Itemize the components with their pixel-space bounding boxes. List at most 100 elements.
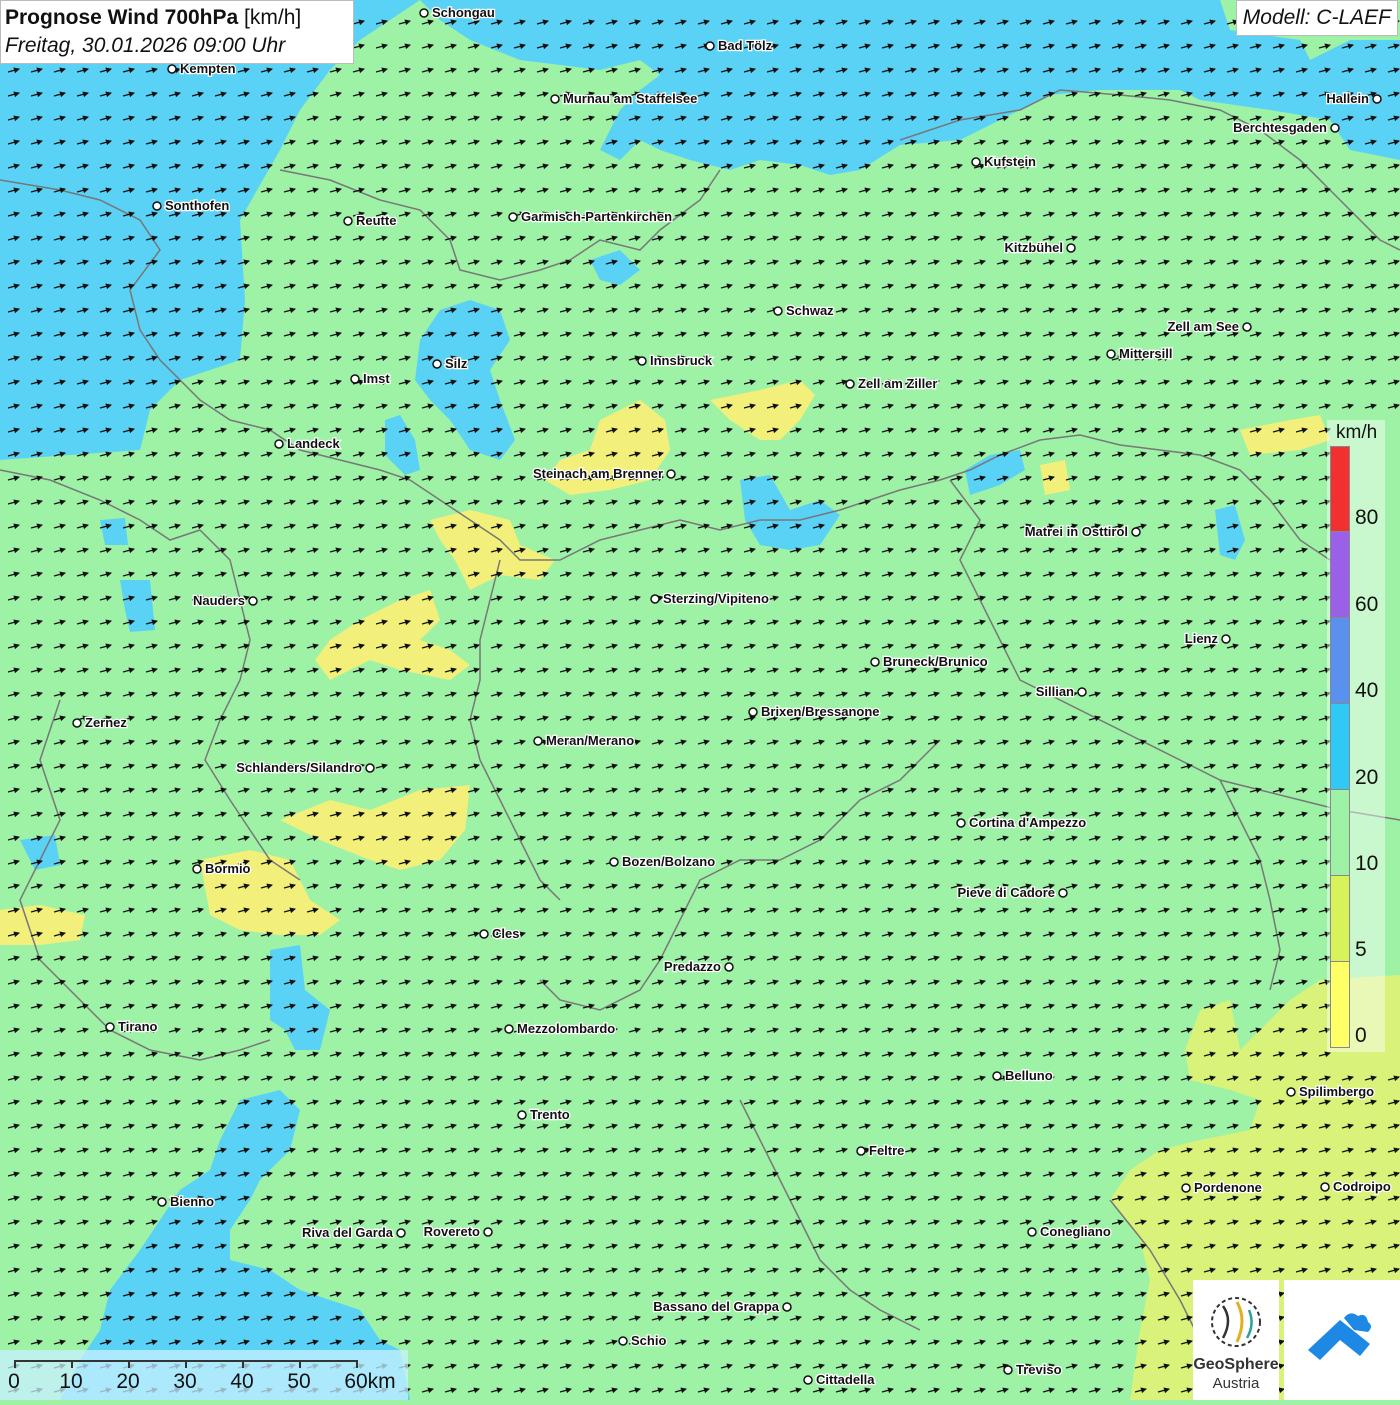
app-logo[interactable] (1284, 1280, 1400, 1400)
city-marker: Zell am Ziller (845, 375, 939, 392)
city-marker: Bozen/Bolzano (609, 853, 716, 870)
city-dot (956, 818, 966, 828)
city-dot (1066, 243, 1076, 253)
city-dot (992, 1071, 1002, 1081)
city-dot (350, 374, 360, 384)
city-label: Landeck (287, 436, 341, 451)
scale-tick (14, 1360, 16, 1368)
city-dot (1181, 1183, 1191, 1193)
legend-seg-0-5 (1330, 962, 1350, 1048)
city-label: Hallein (1326, 91, 1369, 106)
city-label: Schio (631, 1333, 666, 1348)
legend-seg-60-80 (1330, 532, 1350, 618)
city-marker: Pordenone (1181, 1179, 1263, 1196)
legend-label: 80 (1355, 506, 1379, 529)
scale-label: 40 (230, 1370, 254, 1393)
city-marker: Conegliano (1027, 1223, 1112, 1240)
city-label: Kufstein (984, 154, 1036, 169)
title-line: Prognose Wind 700hPa [km/h] (5, 4, 343, 32)
city-label: Murnau am Staffelsee (563, 91, 697, 106)
scale-label: 10 (59, 1370, 83, 1393)
city-label: Bad Tölz (718, 38, 773, 53)
city-dot (533, 736, 543, 746)
city-marker: Schongau (419, 4, 496, 21)
city-label: Bruneck/Brunico (883, 654, 988, 669)
map-title: Prognose Wind 700hPa (5, 6, 239, 29)
city-marker: Sterzing/Vipiteno (650, 590, 770, 607)
legend-seg-40-60 (1330, 618, 1350, 704)
city-label: Steinach am Brenner (533, 466, 663, 481)
legend-label: 20 (1355, 766, 1379, 789)
city-dot (550, 94, 560, 104)
legend-seg-80plus (1330, 446, 1350, 532)
city-dot (650, 594, 660, 604)
color-legend: km/h 80 60 40 20 10 5 0 (1327, 420, 1385, 1052)
model-label: Modell: C-LAEF (1235, 0, 1398, 36)
city-dot (870, 657, 880, 667)
city-marker: Cortina d'Ampezzo (956, 814, 1088, 831)
city-label: Berchtesgaden (1233, 120, 1327, 135)
scale-bar: 0 10 20 30 40 50 60km (0, 1350, 408, 1400)
city-label: Sonthofen (165, 198, 229, 213)
city-dot (845, 379, 855, 389)
city-label: Feltre (869, 1143, 904, 1158)
city-dot (618, 1336, 628, 1346)
city-dot (432, 359, 442, 369)
city-marker: Brixen/Bressanone (748, 703, 881, 720)
city-dot (508, 212, 518, 222)
city-label: Mittersill (1119, 346, 1172, 361)
city-label: Brixen/Bressanone (761, 704, 880, 719)
city-dot (483, 1227, 493, 1237)
city-marker: Bassano del Grappa (652, 1298, 792, 1315)
city-label: Zell am Ziller (858, 376, 937, 391)
geosphere-emblem-icon (1211, 1297, 1261, 1347)
city-dot (1372, 94, 1382, 104)
city-label: Cortina d'Ampezzo (969, 815, 1086, 830)
scale-tick (71, 1360, 73, 1368)
city-label: Silz (445, 356, 468, 371)
city-dot (748, 707, 758, 717)
city-dot (1058, 888, 1068, 898)
city-dot (1330, 123, 1340, 133)
city-dot (274, 439, 284, 449)
legend-bar (1330, 446, 1350, 1048)
city-marker: Sonthofen (152, 197, 231, 214)
legend-label: 60 (1355, 593, 1379, 616)
city-dot (724, 962, 734, 972)
city-dot (72, 718, 82, 728)
city-label: Zernez (85, 715, 127, 730)
city-label: Imst (363, 371, 390, 386)
legend-seg-10-20 (1330, 790, 1350, 876)
city-label: Reutte (356, 213, 396, 228)
city-label: Tirano (118, 1019, 158, 1034)
city-dot (856, 1146, 866, 1156)
city-dot (803, 1375, 813, 1385)
city-dot (396, 1228, 406, 1238)
city-label: Innsbruck (650, 353, 713, 368)
city-dot (773, 306, 783, 316)
city-dot (705, 41, 715, 51)
scale-tick (242, 1360, 244, 1368)
city-dot (609, 857, 619, 867)
city-label: Bienno (170, 1194, 214, 1209)
city-label: Riva del Garda (302, 1225, 394, 1240)
geosphere-logo[interactable]: GeoSphere Austria (1193, 1280, 1279, 1400)
scale-tick (356, 1360, 358, 1368)
city-dot (192, 864, 202, 874)
city-label: Mezzolombardo (517, 1021, 615, 1036)
city-label: Trento (530, 1107, 570, 1122)
city-marker: Schlanders/Silandro (235, 759, 375, 776)
cloud-arrow-icon (1308, 1313, 1371, 1360)
city-marker: Spilimbergo (1286, 1083, 1375, 1100)
city-label: Belluno (1005, 1068, 1053, 1083)
city-label: Pieve di Cadore (957, 885, 1055, 900)
geosphere-country: Austria (1212, 1375, 1260, 1392)
city-label: Schlanders/Silandro (236, 760, 362, 775)
city-label: Bassano del Grappa (653, 1299, 779, 1314)
legend-label: 0 (1355, 1024, 1367, 1047)
wind-forecast-map: SchongauBad TölzKemptenMurnau am Staffel… (0, 0, 1400, 1400)
city-label: Matrei in Osttirol (1025, 524, 1128, 539)
city-label: Bozen/Bolzano (622, 854, 715, 869)
city-dot (105, 1022, 115, 1032)
scale-label: 0 (8, 1370, 20, 1393)
